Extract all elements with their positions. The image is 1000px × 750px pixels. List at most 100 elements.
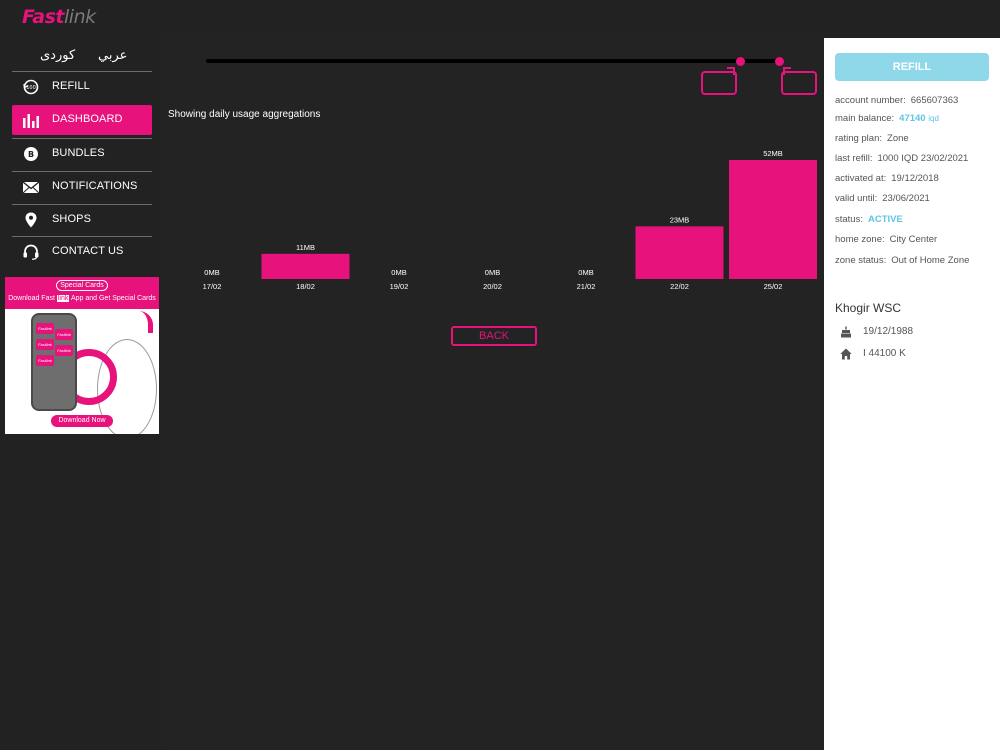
valid-until-row: valid until: 23/06/2021	[835, 193, 930, 204]
info-key: status:	[835, 214, 863, 225]
dashboard-main: Showing daily usage aggregations 0MB 17/0…	[162, 38, 824, 750]
info-value: 47140	[899, 113, 926, 124]
download-now-button[interactable]: Download Now	[51, 415, 113, 427]
info-value: Out of Home Zone	[891, 255, 970, 266]
refill-icon: 100	[23, 79, 39, 95]
user-address: I 44100 K	[863, 348, 906, 359]
back-button[interactable]: BACK	[451, 326, 537, 346]
top-bar: Fastlink	[0, 0, 1000, 38]
promo-banner[interactable]: Special Cards Download Fast link App and…	[5, 277, 159, 434]
user-name: Khogir WSC	[835, 301, 902, 315]
x-tick-label: 25/02	[764, 282, 783, 291]
info-key: valid until:	[835, 193, 878, 204]
account-panel: REFILL account number: 665607363 main bal…	[824, 38, 1000, 750]
sidebar-item-shops[interactable]: SHOPS	[12, 204, 152, 234]
account-number-row: account number: 665607363	[835, 95, 958, 106]
promo-phone-image: Fastlink Fastlink Fastlink Fastlink Fast…	[31, 313, 77, 411]
range-start-handle[interactable]	[736, 57, 745, 66]
phone-tile: Fastlink	[55, 345, 73, 356]
info-key: zone status:	[835, 255, 887, 266]
range-end-label-box	[781, 67, 817, 95]
x-tick-label: 21/02	[577, 282, 596, 291]
info-key: home zone:	[835, 234, 885, 245]
sidebar-item-label: CONTACT US	[52, 245, 124, 257]
info-value: 665607363	[910, 95, 959, 106]
sidebar-item-contact-us[interactable]: CONTACT US	[12, 236, 152, 266]
info-value: 19/12/2018	[891, 173, 939, 184]
user-birthday: 19/12/1988	[863, 326, 914, 337]
sidebar-item-notifications[interactable]: NOTIFICATIONS	[12, 171, 152, 201]
promo-header: Special Cards Download Fast link App and…	[5, 277, 159, 309]
bar-18-02	[261, 253, 350, 279]
promo-headline-start: Download Fast	[8, 295, 55, 302]
bar-value-label: 52MB	[763, 149, 783, 158]
sidebar-item-label: BUNDLES	[52, 147, 105, 159]
language-kurdish[interactable]: کوردی	[40, 48, 75, 63]
info-value: 23/06/2021	[882, 193, 930, 204]
sidebar-item-dashboard[interactable]: DASHBOARD	[12, 105, 152, 135]
info-key: account number:	[835, 95, 906, 106]
bundle-icon: B	[24, 147, 38, 161]
promo-decoration-arc	[139, 311, 153, 333]
bar-25-02	[729, 160, 817, 279]
sidebar-item-label: NOTIFICATIONS	[52, 180, 138, 192]
sidebar-item-label: REFILL	[52, 80, 90, 92]
x-tick-label: 17/02	[203, 282, 222, 291]
info-value: Zone	[887, 133, 909, 144]
info-key: last refill:	[835, 153, 873, 164]
status-badge: ACTIVE	[868, 214, 903, 225]
zone-status-row: zone status: Out of Home Zone	[835, 255, 969, 266]
language-switcher: کوردی عربي	[12, 46, 152, 70]
phone-tile: Fastlink	[36, 355, 54, 366]
home-zone-row: home zone: City Center	[835, 234, 937, 245]
last-refill-row: last refill: 1000 IQD 23/02/2021	[835, 153, 968, 164]
info-unit: iqd	[928, 114, 939, 123]
phone-tile: Fastlink	[36, 339, 54, 350]
bar-value-label: 0MB	[204, 268, 219, 277]
sidebar-item-label: SHOPS	[52, 213, 92, 225]
bar-22-02	[635, 226, 724, 279]
logo-text-main: Fast	[22, 6, 65, 28]
bar-value-label: 0MB	[485, 268, 500, 277]
range-start-label-box	[701, 67, 737, 95]
birthday-cake-icon	[841, 326, 851, 338]
sidebar: کوردی عربي 100 REFILL DASHBOARD B BUNDLE…	[0, 38, 162, 750]
info-key: activated at:	[835, 173, 887, 184]
range-end-handle[interactable]	[775, 57, 784, 66]
chart-caption: Showing daily usage aggregations	[168, 109, 321, 120]
info-key: main balance:	[835, 113, 895, 124]
x-tick-label: 22/02	[670, 282, 689, 291]
promo-headline: Download Fast link App and Get Special C…	[5, 295, 159, 302]
phone-tile: Fastlink	[36, 323, 54, 334]
info-value: City Center	[889, 234, 938, 245]
refill-button[interactable]: REFILL	[835, 53, 989, 81]
date-range-slider-track[interactable]	[206, 59, 778, 63]
daily-usage-chart: 0MB 17/02 11MB 18/02 0MB 19/02 0MB 20/02 0MB 21/0…	[203, 149, 817, 291]
location-pin-icon	[25, 212, 37, 228]
fastlink-logo[interactable]: Fastlink	[22, 6, 96, 28]
promo-badge: Special Cards	[56, 280, 108, 291]
envelope-icon	[22, 181, 40, 194]
bar-value-label: 0MB	[578, 268, 593, 277]
bar-value-label: 23MB	[670, 215, 690, 224]
activated-at-row: activated at: 19/12/2018	[835, 173, 939, 184]
language-arabic[interactable]: عربي	[98, 48, 127, 63]
bar-value-label: 0MB	[391, 268, 406, 277]
svg-text:B: B	[28, 150, 34, 159]
x-tick-label: 20/02	[483, 282, 502, 291]
x-tick-label: 18/02	[296, 282, 315, 291]
status-row: status: ACTIVE	[835, 214, 903, 225]
svg-text:100: 100	[26, 85, 36, 91]
headset-icon	[23, 244, 39, 260]
rating-plan-row: rating plan: Zone	[835, 133, 909, 144]
promo-headline-end: App and Get Special Cards	[70, 295, 156, 302]
main-balance-row: main balance: 47140 iqd	[835, 113, 939, 124]
home-icon	[840, 348, 852, 360]
logo-text-tail: link	[64, 6, 96, 28]
bar-chart-icon	[23, 114, 39, 128]
phone-tile: Fastlink	[55, 329, 73, 340]
info-key: rating plan:	[835, 133, 883, 144]
sidebar-item-bundles[interactable]: B BUNDLES	[12, 138, 152, 168]
sidebar-item-refill[interactable]: 100 REFILL	[12, 71, 152, 101]
info-value: 1000 IQD 23/02/2021	[877, 153, 969, 164]
